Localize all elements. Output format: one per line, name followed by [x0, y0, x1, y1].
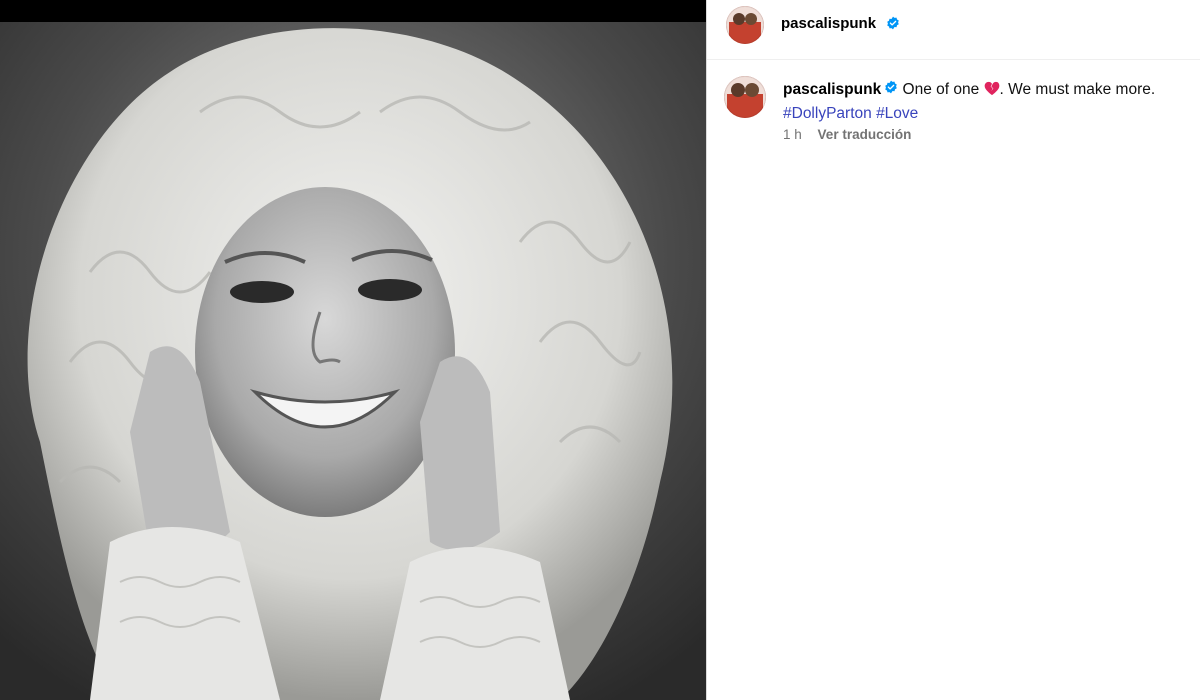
hashtag-link[interactable]: #Love: [876, 105, 918, 122]
caption-meta: 1 h Ver traducción: [783, 127, 911, 142]
hashtag-link[interactable]: #DollyParton: [783, 105, 872, 122]
verified-badge-icon: [886, 16, 900, 35]
caption-text-start: One of one: [902, 81, 980, 99]
post-photo[interactable]: [0, 22, 706, 700]
translate-button[interactable]: Ver traducción: [818, 127, 912, 142]
caption-author-avatar[interactable]: [724, 76, 766, 118]
verified-badge-icon: [884, 79, 898, 101]
caption-text-end: . We must make more.: [999, 81, 1156, 99]
post-header: pascalispunk: [707, 0, 1200, 60]
broken-heart-icon: [984, 81, 1000, 103]
post-media[interactable]: [0, 0, 706, 700]
author-avatar[interactable]: [726, 6, 764, 44]
portrait-illustration: [0, 22, 706, 700]
caption-username[interactable]: pascalispunk: [783, 81, 881, 98]
post-time[interactable]: 1 h: [783, 127, 802, 142]
media-top-bar: [0, 0, 706, 22]
caption-text: pascalispunk One of one . We must make m…: [783, 79, 1183, 125]
author-username[interactable]: pascalispunk: [781, 15, 876, 32]
post-sidebar: pascalispunk pascalispunk One of one . W…: [707, 0, 1200, 700]
